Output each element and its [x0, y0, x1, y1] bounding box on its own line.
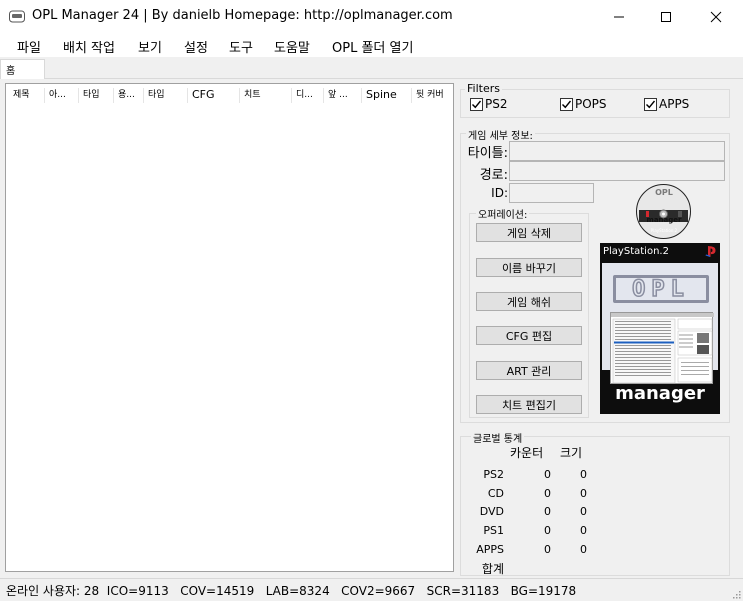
window-title: OPL Manager 24 | By danielb Homepage: ht…: [32, 8, 453, 23]
column-header-type[interactable]: 타입: [79, 88, 114, 103]
game-list[interactable]: [5, 83, 454, 572]
stats-label-apps: APPS: [476, 543, 504, 556]
edit-cfg-button[interactable]: CFG 편집: [476, 326, 582, 345]
rename-button[interactable]: 이름 바꾸기: [476, 258, 582, 277]
column-header-cfg[interactable]: CFG: [188, 88, 240, 103]
path-label: 경로:: [479, 168, 508, 183]
stats-size-ps1: 0: [580, 524, 587, 537]
stats-label-ps2: PS2: [483, 468, 504, 481]
column-header-back-cover[interactable]: 뒷 커버: [412, 88, 452, 103]
close-button[interactable]: [693, 0, 739, 33]
filter-pops-label: POPS: [575, 97, 607, 111]
column-header-id[interactable]: 아...: [45, 88, 79, 103]
menu-help[interactable]: 도움말: [274, 37, 310, 56]
stats-count-dvd: 0: [544, 505, 551, 518]
cover-manager-text: manager: [602, 384, 718, 406]
maximize-button[interactable]: [643, 0, 689, 33]
cover-brand-text: PlayStation.2: [603, 246, 669, 257]
stats-count-ps2: 0: [544, 468, 551, 481]
operations-title: 오퍼레이션:: [476, 206, 530, 221]
id-field[interactable]: [509, 183, 594, 203]
status-text: 온라인 사용자: 28 ICO=9113 COV=14519 LAB=8324 …: [6, 584, 577, 598]
checkmark-icon: [562, 100, 572, 108]
filter-ps2-checkbox[interactable]: [470, 97, 483, 111]
stats-header-size: 크기: [560, 446, 583, 460]
menu-settings[interactable]: 설정: [184, 37, 208, 56]
filter-pops-checkbox[interactable]: [560, 97, 573, 111]
global-stats-title: 글로벌 통계: [471, 430, 525, 445]
column-header-media-type[interactable]: 타입: [144, 88, 188, 103]
cheat-editor-button[interactable]: 치트 편집기: [476, 395, 582, 414]
stats-label-total: 합계: [481, 562, 504, 576]
title-label: 타이틀:: [467, 146, 508, 161]
stats-count-cd: 0: [544, 487, 551, 500]
column-header-size[interactable]: 용...: [114, 88, 144, 103]
filters-title: Filters: [465, 82, 502, 95]
stats-count-apps: 0: [544, 543, 551, 556]
stats-size-cd: 0: [580, 487, 587, 500]
minimize-icon: [614, 16, 624, 17]
menu-tools[interactable]: 도구: [229, 37, 253, 56]
disc-brand-text: PlayStation.2: [650, 228, 678, 233]
stats-count-ps1: 0: [544, 524, 551, 537]
cover-screenshot: [610, 312, 714, 384]
menu-file[interactable]: 파일: [17, 37, 41, 56]
resize-grip-icon[interactable]: [731, 588, 741, 599]
stats-size-ps2: 0: [580, 468, 587, 481]
filter-ps2[interactable]: PS2: [470, 97, 508, 111]
game-hash-button[interactable]: 게임 해쉬: [476, 292, 582, 311]
ps-logo-icon: [705, 245, 718, 258]
disc-manager-text: manager: [646, 216, 682, 224]
disc-logo-text: OPL: [655, 188, 673, 197]
minimize-button[interactable]: [596, 0, 642, 33]
operations-group: [469, 213, 589, 418]
delete-game-button[interactable]: 게임 삭제: [476, 223, 582, 242]
filter-apps-label: APPS: [659, 97, 690, 111]
cover-opl-logo: OPL: [613, 275, 709, 303]
column-header-front-cover[interactable]: 앞 ...: [324, 88, 362, 103]
title-field[interactable]: [509, 141, 725, 161]
tab-home[interactable]: 홈: [0, 59, 45, 80]
stats-size-dvd: 0: [580, 505, 587, 518]
stats-size-apps: 0: [580, 543, 587, 556]
filter-apps-checkbox[interactable]: [644, 97, 657, 111]
menu-view[interactable]: 보기: [138, 37, 162, 56]
menu-open-opl-folder[interactable]: OPL 폴더 열기: [332, 37, 413, 56]
filter-ps2-label: PS2: [485, 97, 508, 111]
filter-apps[interactable]: APPS: [644, 97, 689, 111]
column-header-spine[interactable]: Spine: [362, 88, 412, 103]
checkmark-icon: [472, 100, 482, 108]
app-icon: [9, 9, 25, 24]
tab-strip: [0, 57, 743, 79]
filter-pops[interactable]: POPS: [560, 97, 607, 111]
stats-header-count: 카운터: [510, 446, 544, 460]
checkmark-icon: [646, 100, 656, 108]
column-header-disc[interactable]: 디...: [292, 88, 324, 103]
close-icon: [710, 11, 722, 22]
menu-batch[interactable]: 배치 작업: [63, 37, 115, 56]
maximize-icon: [661, 11, 671, 22]
stats-label-dvd: DVD: [479, 505, 504, 518]
game-details-title: 게임 세부 정보:: [466, 127, 535, 142]
art-manager-button[interactable]: ART 관리: [476, 361, 582, 380]
stats-label-ps1: PS1: [483, 524, 504, 537]
path-field[interactable]: [509, 161, 725, 181]
column-header-cheat[interactable]: 치트: [240, 88, 292, 103]
id-label: ID:: [491, 186, 508, 200]
stats-label-cd: CD: [487, 487, 504, 500]
column-header-title[interactable]: 제목: [9, 88, 45, 103]
